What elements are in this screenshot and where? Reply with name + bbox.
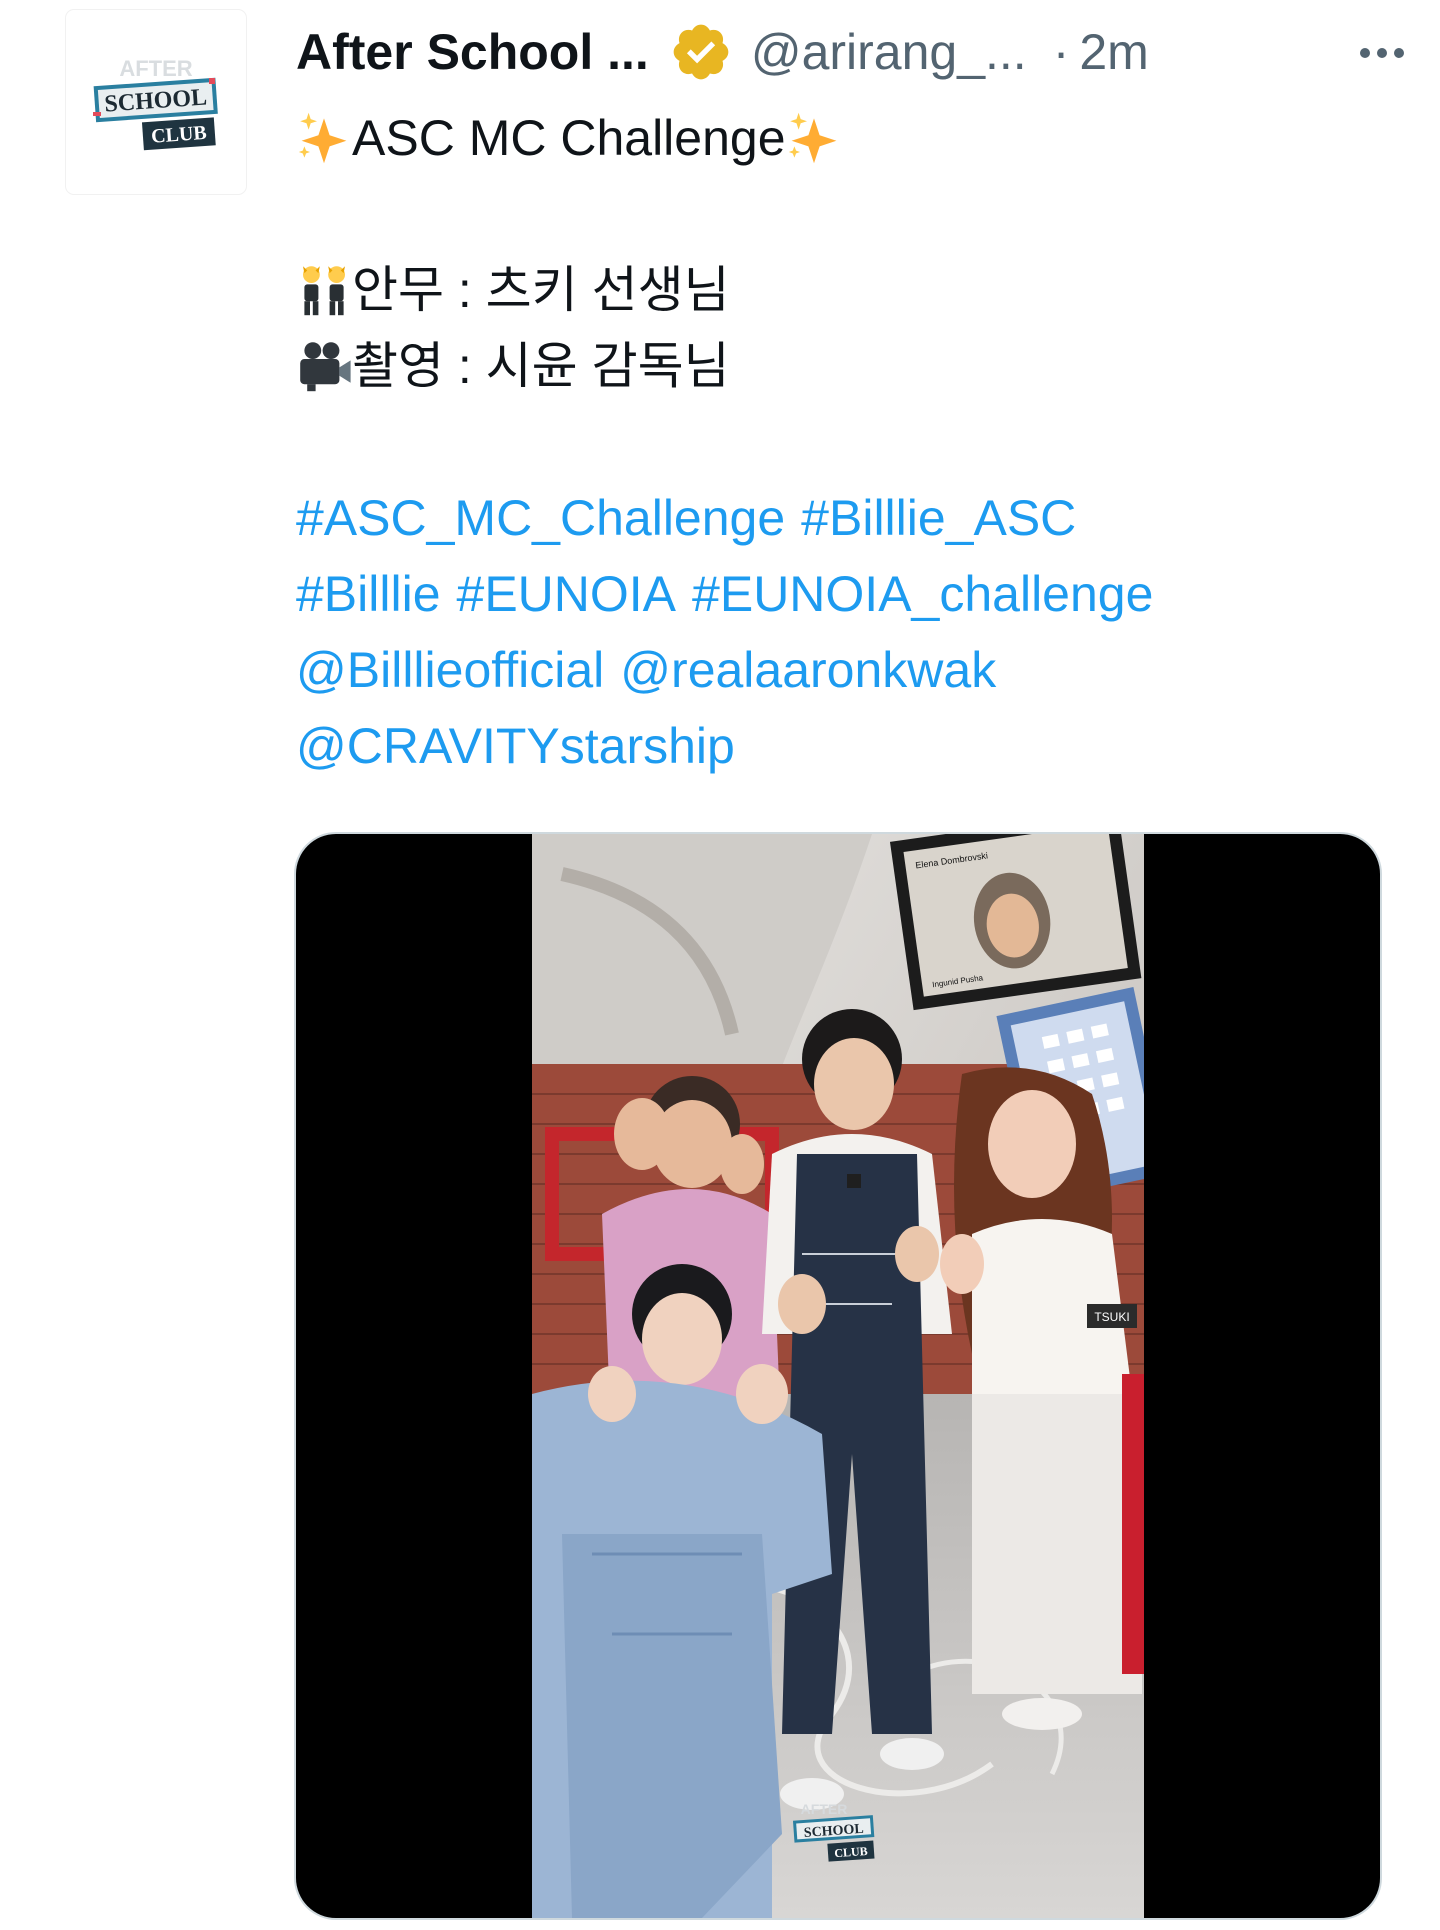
video-camera-icon [300, 342, 351, 392]
dancers-icon [303, 266, 345, 316]
mention-link[interactable]: @Billlieofficial [296, 632, 604, 708]
mention-row-1: @Billlieofficial @realaaronkwak [296, 632, 1376, 708]
verified-badge-icon [673, 24, 729, 80]
hashtag-link[interactable]: #ASC_MC_Challenge [296, 480, 785, 556]
tweet-header: After School ... @arirang_... · 2m [296, 20, 1404, 84]
mention-link[interactable]: @realaaronkwak [620, 632, 996, 708]
title-line: ASC MC Challenge [296, 100, 1376, 176]
hashtag-link[interactable]: #Billlie [296, 556, 441, 632]
title-text: ASC MC Challenge [352, 110, 786, 166]
avatar-logo-bot: CLUB [150, 122, 207, 148]
hashtag-link[interactable]: #EUNOIA [457, 556, 677, 632]
film-text: 촬영 : 시윤 감독님 [352, 338, 730, 394]
choreo-text: 안무 : 츠키 선생님 [352, 262, 730, 318]
hashtag-link[interactable]: #EUNOIA_challenge [692, 556, 1153, 632]
name-tag-text: TSUKI [1094, 1310, 1129, 1324]
more-icon[interactable] [1360, 48, 1404, 58]
header-separator: · [1052, 24, 1070, 80]
sparkles-icon [788, 112, 836, 164]
profile-avatar[interactable]: AFTER SCHOOL CLUB [66, 10, 246, 194]
sparkles-icon [298, 112, 347, 164]
mention-link[interactable]: @CRAVITYstarship [296, 708, 735, 784]
display-name[interactable]: After School ... [296, 23, 649, 81]
video-frame[interactable]: Elena Dombrovski Ingunid Pusha TSUKI AFT… [532, 834, 1144, 1918]
timestamp[interactable]: 2m [1079, 23, 1148, 81]
media-logo-bot: CLUB [834, 1844, 868, 1860]
media-logo-top: AFTER [801, 1801, 848, 1817]
film-line: 촬영 : 시윤 감독님 [296, 328, 1376, 404]
hashtag-link[interactable]: #Billlie_ASC [801, 480, 1076, 556]
asc-logo: AFTER SCHOOL CLUB [93, 56, 218, 151]
hashtag-row-1: #ASC_MC_Challenge #Billlie_ASC [296, 480, 1376, 556]
avatar-logo-top: AFTER [119, 56, 192, 81]
tweet-text: ASC MC Challenge 안무 : 츠키 선생님 촬영: 시윤 감독님… [296, 100, 1376, 784]
video-player[interactable]: Elena Dombrovski Ingunid Pusha TSUKI AFT… [296, 834, 1380, 1918]
hashtag-row-2: #Billlie #EUNOIA #EUNOIA_challenge [296, 556, 1376, 632]
choreo-line: 안무 : 츠키 선생님 [296, 252, 1376, 328]
user-handle[interactable]: @arirang_... [751, 23, 1027, 81]
video-still: Elena Dombrovski Ingunid Pusha TSUKI AFT… [532, 834, 1144, 1918]
mention-row-2: @CRAVITYstarship [296, 708, 1376, 784]
